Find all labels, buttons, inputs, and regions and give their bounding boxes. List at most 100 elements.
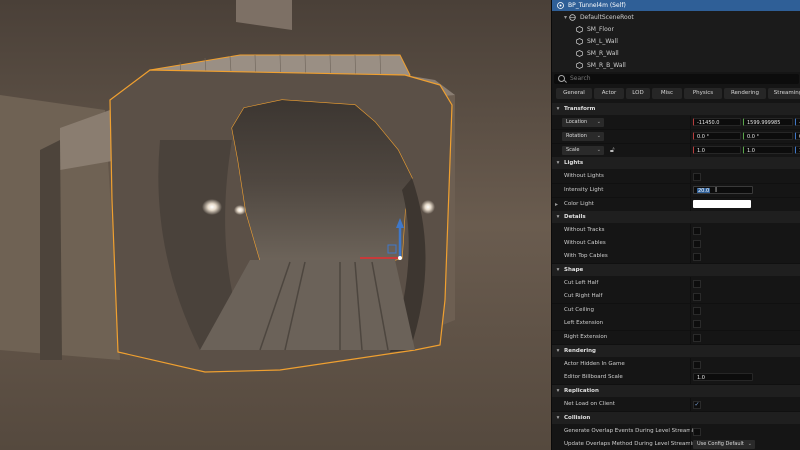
right-extension-row: Right Extension	[552, 331, 800, 345]
tab-general[interactable]: General	[556, 88, 592, 99]
billboard-scale-field[interactable]: 1.0	[693, 373, 753, 381]
net-load-checkbox[interactable]: ✓	[693, 401, 701, 409]
tree-item-label: SM_R_Wall	[587, 50, 619, 57]
property-label: Left Extension	[564, 320, 604, 326]
tree-item-sm-r-wall[interactable]: SM_R_Wall	[552, 48, 800, 59]
tree-item-label: SM_L_Wall	[587, 38, 618, 45]
chevron-down-icon: ▾	[556, 160, 560, 166]
property-label: Generate Overlap Events During Level Str…	[564, 428, 701, 434]
tree-item-label: DefaultSceneRoot	[579, 14, 634, 21]
text-cursor-icon: I	[715, 186, 718, 194]
scale-row: Scale⌄ 🔓︎ 1.0 1.0 1.	[552, 144, 800, 158]
chevron-down-icon: ▾	[556, 106, 560, 112]
level-viewport[interactable]	[0, 0, 551, 450]
overlap-events-row: Generate Overlap Events During Level Str…	[552, 425, 800, 439]
color-light-swatch[interactable]	[693, 200, 751, 208]
property-label: Color Light	[564, 201, 594, 207]
rotation-x-field[interactable]: 0.0 °	[693, 132, 741, 140]
cut-ceiling-row: Cut Ceiling	[552, 304, 800, 318]
rotation-y-field[interactable]: 0.0 °	[743, 132, 793, 140]
components-tree: BP_Tunnel4m (Self) ▾ DefaultSceneRoot SM…	[552, 0, 800, 72]
without-cables-checkbox[interactable]	[693, 240, 701, 248]
overlap-events-checkbox[interactable]	[693, 428, 701, 436]
scale-y-field[interactable]: 1.0	[743, 146, 793, 154]
without-tracks-checkbox[interactable]	[693, 227, 701, 235]
tab-streaming[interactable]: Streaming	[768, 88, 800, 99]
side-tunnel-face	[40, 140, 62, 360]
tab-rendering[interactable]: Rendering	[724, 88, 766, 99]
tab-misc[interactable]: Misc	[652, 88, 682, 99]
actor-hidden-row: Actor Hidden In Game	[552, 358, 800, 372]
without-lights-row: Without Lights	[552, 170, 800, 184]
actor-hidden-checkbox[interactable]	[693, 361, 701, 369]
chevron-down-icon: ▾	[556, 348, 560, 354]
chevron-down-icon: ⌄	[747, 441, 752, 447]
scale-x-field[interactable]: 1.0	[693, 146, 741, 154]
without-lights-checkbox[interactable]	[693, 173, 701, 181]
tab-lod[interactable]: LOD	[626, 88, 650, 99]
tree-item-sm-r-b-wall[interactable]: SM_R_B_Wall	[552, 60, 800, 71]
rotation-row: Rotation⌄ 0.0 ° 0.0 ° 0.	[552, 130, 800, 144]
tree-item-sm-floor[interactable]: SM_Floor	[552, 24, 800, 35]
category-tabs: General Actor LOD Misc Physics Rendering…	[554, 88, 800, 100]
search-icon	[558, 75, 565, 82]
section-title: Replication	[564, 388, 599, 394]
tree-item-label: BP_Tunnel4m (Self)	[568, 2, 626, 9]
rotation-dropdown[interactable]: Rotation ⌄	[562, 132, 604, 141]
tab-physics[interactable]: Physics	[684, 88, 722, 99]
details-search-box[interactable]: Search	[554, 74, 799, 84]
tunnel-lamp-right	[421, 200, 435, 214]
tree-item-label: SM_Floor	[587, 26, 614, 33]
section-rendering[interactable]: ▾ Rendering	[552, 345, 800, 357]
cut-right-half-checkbox[interactable]	[693, 293, 701, 301]
chevron-down-icon: ⌄	[596, 133, 601, 139]
update-overlaps-dropdown[interactable]: Use Config Default ⌄	[693, 440, 755, 449]
intensity-light-field[interactable]: 20.0	[693, 186, 753, 194]
tree-item-blueprint[interactable]: BP_Tunnel4m (Self)	[552, 0, 800, 11]
left-extension-checkbox[interactable]	[693, 320, 701, 328]
viewport-scene[interactable]	[0, 0, 551, 450]
section-lights[interactable]: ▾ Lights	[552, 157, 800, 169]
lock-icon[interactable]: 🔓︎	[610, 144, 615, 157]
with-top-cables-row: With Top Cables	[552, 250, 800, 264]
scale-z-field[interactable]: 1.	[795, 146, 800, 154]
left-extension-row: Left Extension	[552, 317, 800, 331]
section-title: Lights	[564, 160, 584, 166]
gizmo-center[interactable]	[398, 256, 402, 260]
property-label: Without Cables	[564, 240, 606, 246]
cut-left-half-row: Cut Left Half	[552, 277, 800, 291]
chevron-right-icon[interactable]: ▸	[555, 198, 558, 211]
section-collision[interactable]: ▾ Collision	[552, 412, 800, 424]
with-top-cables-checkbox[interactable]	[693, 253, 701, 261]
property-label: Actor Hidden In Game	[564, 361, 625, 367]
chevron-down-icon: ▾	[556, 388, 560, 394]
rotation-z-field[interactable]: 0.	[795, 132, 800, 140]
static-mesh-icon	[576, 62, 583, 69]
tree-item-scene-root[interactable]: ▾ DefaultSceneRoot	[552, 12, 800, 23]
section-title: Shape	[564, 267, 584, 273]
chevron-down-icon: ▾	[564, 14, 568, 21]
static-mesh-icon	[576, 50, 583, 57]
section-replication[interactable]: ▾ Replication	[552, 385, 800, 397]
location-z-field[interactable]: -0	[795, 118, 800, 126]
property-label: With Top Cables	[564, 253, 608, 259]
section-transform[interactable]: ▾ Transform	[552, 103, 800, 115]
property-label: Intensity Light	[564, 187, 604, 193]
intensity-selected-text: 20.0	[697, 188, 711, 194]
scale-dropdown[interactable]: Scale ⌄	[562, 146, 604, 155]
tab-actor[interactable]: Actor	[594, 88, 624, 99]
section-title: Transform	[564, 106, 596, 112]
location-y-field[interactable]: 1599.999985	[743, 118, 793, 126]
location-dropdown[interactable]: Location ⌄	[562, 118, 604, 127]
cut-ceiling-checkbox[interactable]	[693, 307, 701, 315]
cut-left-half-checkbox[interactable]	[693, 280, 701, 288]
right-extension-checkbox[interactable]	[693, 334, 701, 342]
without-cables-row: Without Cables	[552, 237, 800, 251]
property-label: Right Extension	[564, 334, 608, 340]
static-mesh-icon	[576, 38, 583, 45]
section-details[interactable]: ▾ Details	[552, 211, 800, 223]
tunnel-lamp-left	[202, 199, 222, 215]
section-shape[interactable]: ▾ Shape	[552, 264, 800, 276]
tree-item-sm-l-wall[interactable]: SM_L_Wall	[552, 36, 800, 47]
location-x-field[interactable]: -11450.0	[693, 118, 741, 126]
